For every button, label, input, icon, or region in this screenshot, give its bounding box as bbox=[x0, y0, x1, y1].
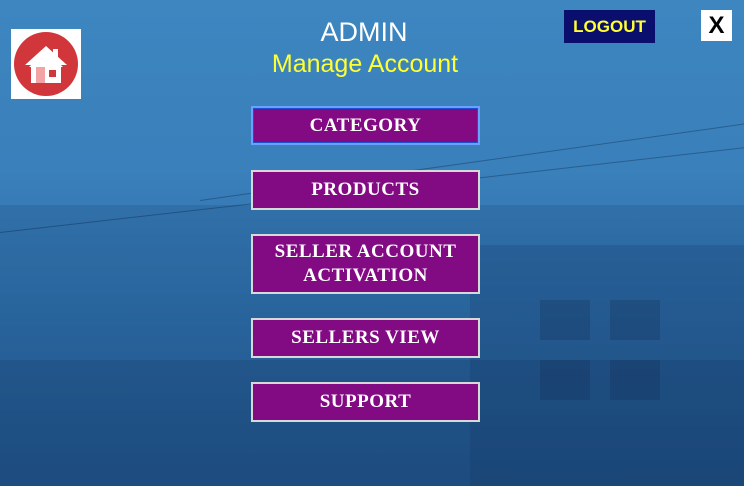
background-window bbox=[610, 360, 660, 400]
products-button[interactable]: PRODUCTS bbox=[251, 170, 480, 210]
support-button[interactable]: SUPPORT bbox=[251, 382, 480, 422]
page-title: ADMIN bbox=[320, 17, 408, 47]
home-icon bbox=[25, 46, 67, 83]
background-window bbox=[610, 300, 660, 340]
category-button[interactable]: CATEGORY bbox=[251, 106, 480, 145]
home-button[interactable] bbox=[11, 29, 81, 99]
close-button[interactable]: X bbox=[701, 10, 732, 41]
background-window bbox=[540, 360, 590, 400]
sellers-view-button[interactable]: SELLERS VIEW bbox=[251, 318, 480, 358]
page-subtitle: Manage Account bbox=[271, 50, 459, 78]
seller-account-activation-button[interactable]: SELLER ACCOUNT ACTIVATION bbox=[251, 234, 480, 294]
background-window bbox=[540, 300, 590, 340]
logout-button[interactable]: LOGOUT bbox=[564, 10, 655, 43]
home-icon-circle bbox=[14, 32, 78, 96]
